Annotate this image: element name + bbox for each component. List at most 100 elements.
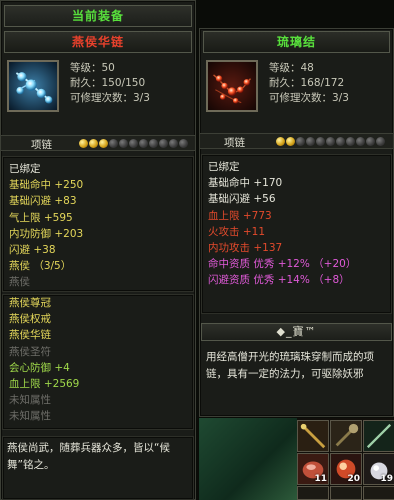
stat-line: 基础命中 +170 [208,175,282,191]
mace-icon [331,421,361,451]
star-empty-icon [366,137,375,146]
left-item-icon[interactable] [7,60,59,112]
inventory-slot-potion-3[interactable]: 19 [363,453,394,485]
inventory-slot-potion-1[interactable]: 11 [297,453,329,485]
stat-label: 已绑定 [208,161,240,173]
stat-label: 燕侯圣符 [9,345,51,358]
stat-label: 基础闪避 [9,195,55,208]
stat-label: 气上限 [9,211,44,224]
stat-line: 基础闪避 +56 [208,191,276,207]
stat-value: +203 [54,227,84,240]
left-level: 等级：50 [70,62,115,74]
current-equipment-title: 当前装备 [4,5,192,27]
right-level: 等级：48 [269,62,314,74]
inventory-slot-5[interactable] [330,486,362,500]
star-empty-icon [139,139,148,148]
stat-line: 已绑定 [208,159,240,175]
right-sub-header: ◆_寶™ [201,323,392,341]
stat-line: 血上限 +2569 [9,376,79,392]
stat-line: 闪避 +38 [9,242,56,258]
left-type-bar: 项链 [1,135,195,151]
left-stats-block-a: 已绑定 基础命中 +250 基础闪避 +83 气上限 +595 内功防御 +203 闪避 … [2,156,194,292]
stat-label: 燕侯尊冠 [9,297,51,309]
stat-label: 已绑定 [9,163,41,175]
stat-line: 基础闪避 +83 [9,193,77,209]
stat-value: +56 [253,193,276,206]
right-item-icon[interactable] [206,60,258,112]
inventory-slot-spear[interactable] [297,420,329,452]
stat-label: 血上限 [208,209,243,222]
stat-line: 燕侯 [9,274,30,290]
stat-value: +170 [253,177,283,190]
stat-value: +2569 [43,378,80,390]
right-stats-block: 已绑定 基础命中 +170 基础闪避 +56 血上限 +773 火攻击 +11 内功攻击 … [201,154,392,314]
left-item-name: 燕侯华链 [4,31,192,53]
inventory-slot-sword[interactable] [363,420,394,452]
stat-line: 命中资质 优秀 +12% （+20） [208,256,356,272]
star-filled-icon [79,139,88,148]
star-empty-icon [109,139,118,148]
stat-line: 会心防御 +4 [9,360,70,376]
stat-label: 命中资质 优秀 [208,258,278,271]
left-durability: 耐久：150/150 [70,77,146,89]
stat-label: 会心防御 [9,361,55,374]
star-empty-icon [326,137,335,146]
necklace-icon [9,62,57,110]
stat-label: 闪避资质 优秀 [208,274,278,287]
inventory-slot-4[interactable] [297,486,329,500]
stat-line: 未知属性 [9,408,51,424]
stat-label: 燕侯 [9,276,30,289]
stat-value: +11 [242,225,266,238]
stat-value: +4 [54,361,70,374]
stat-line: 燕侯权戒 [9,311,51,327]
stat-line: 火攻击 +11 [208,224,265,240]
left-description: 燕侯尚武，随葬兵器众多，皆以“候舞”铭之。 [7,442,170,471]
stat-line: 燕侯尊冠 [9,295,51,311]
star-empty-icon [179,139,188,148]
stat-line: 内功攻击 +137 [208,240,282,256]
stat-label: 血上限 [9,378,44,390]
stat-label: 燕侯权戒 [9,313,51,326]
sword-icon [364,421,394,451]
right-durability: 耐久：168/172 [269,77,345,89]
stat-value: +14% （+8） [277,274,350,287]
stat-line: 气上限 +595 [9,210,73,226]
spear-icon [298,421,328,451]
star-filled-icon [89,139,98,148]
stat-line: 内功防御 +203 [9,226,83,242]
stat-line: 已绑定 [9,161,41,177]
stat-label: 基础闪避 [208,193,254,206]
star-filled-icon [286,137,295,146]
right-repair-count: 可修理次数：3/3 [269,92,349,104]
star-empty-icon [119,139,128,148]
star-empty-icon [346,137,355,146]
stat-label: 燕侯 （3/5） [9,260,72,273]
star-filled-icon [276,137,285,146]
stat-label: 基础命中 [208,177,254,190]
stat-value: +250 [54,179,84,192]
stat-line: 未知属性 [9,392,51,408]
inventory-count-3: 19 [380,474,393,484]
stat-value: +773 [242,209,272,222]
stat-label: 闪避 [9,244,34,256]
stat-line: 燕侯华链 [9,327,51,343]
stat-label: 内功攻击 [208,242,254,254]
inventory-slot-potion-2[interactable]: 20 [330,453,362,485]
right-type-bar: 项链 [200,133,393,149]
stat-line: 燕侯 （3/5） [9,258,71,274]
left-item-type: 项链 [31,139,52,151]
star-empty-icon [129,139,138,148]
stat-label: 内功防御 [9,227,55,240]
inventory-slot-mace[interactable] [330,420,362,452]
stat-label: 未知属性 [9,394,51,407]
right-item-name: 琉璃结 [203,31,390,53]
glass-bead-necklace-icon [208,62,256,110]
stat-label: 基础命中 [9,179,55,192]
inventory-slot-6[interactable] [363,486,394,500]
left-stats-block-b: 燕侯尊冠 燕侯权戒 燕侯华链 燕侯圣符 会心防御 +4 血上限 +2569 未知属性 未知属性 [2,294,194,430]
game-scene-background [199,418,297,500]
star-empty-icon [336,137,345,146]
stat-line: 闪避资质 优秀 +14% （+8） [208,272,350,288]
star-empty-icon [159,139,168,148]
stat-label: 火攻击 [208,225,243,238]
